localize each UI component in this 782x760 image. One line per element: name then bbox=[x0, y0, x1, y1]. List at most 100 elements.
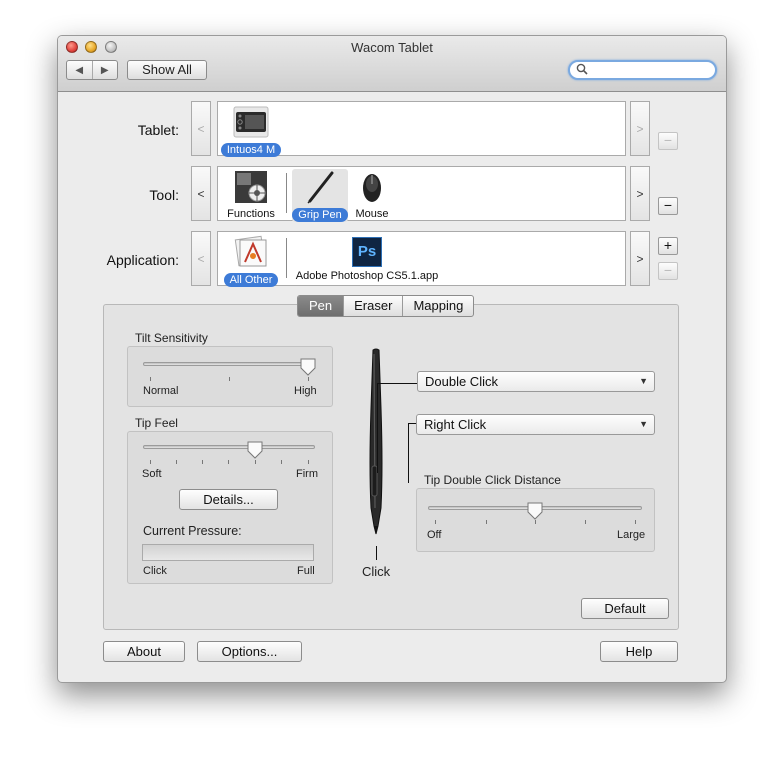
slider-tick bbox=[202, 460, 203, 464]
tab-pen[interactable]: Pen bbox=[298, 296, 344, 316]
photoshop-icon: Ps bbox=[352, 237, 382, 267]
tablet-strip: Intuos4 M bbox=[217, 101, 626, 157]
slider-tick bbox=[585, 520, 586, 524]
add-application-button[interactable]: + bbox=[658, 237, 678, 255]
tilt-slider-track bbox=[143, 362, 315, 366]
current-pressure-bar bbox=[142, 544, 314, 561]
tip-feel-slider-thumb[interactable] bbox=[247, 441, 263, 459]
tip-feel-label: Tip Feel bbox=[135, 416, 178, 430]
slider-tick bbox=[308, 377, 309, 381]
slider-tick bbox=[150, 377, 151, 381]
upper-button-value: Double Click bbox=[425, 374, 498, 389]
search-input[interactable] bbox=[592, 63, 707, 77]
application-scroll-right-button[interactable]: > bbox=[630, 231, 650, 286]
application-row-label: Application: bbox=[106, 252, 179, 268]
double-click-distance-max-label: Large bbox=[617, 529, 646, 541]
remove-tool-button[interactable]: − bbox=[658, 197, 678, 215]
lower-button-leader bbox=[408, 423, 409, 483]
details-button[interactable]: Details... bbox=[179, 489, 278, 510]
application-item-all-other[interactable]: All Other bbox=[220, 234, 282, 287]
application-scroll-left-button[interactable]: < bbox=[191, 231, 211, 286]
tool-item-label: Grip Pen bbox=[292, 208, 348, 222]
tablet-icon bbox=[233, 106, 269, 138]
slider-tick bbox=[255, 460, 256, 464]
remove-tablet-button[interactable]: − bbox=[658, 132, 678, 150]
about-button[interactable]: About bbox=[103, 641, 185, 662]
default-button[interactable]: Default bbox=[581, 598, 669, 619]
chevron-down-icon: ▼ bbox=[639, 419, 648, 429]
application-strip: All Other Ps Adobe Photoshop CS5.1.app bbox=[217, 231, 626, 287]
slider-tick bbox=[150, 460, 151, 464]
functions-icon bbox=[235, 171, 267, 203]
application-item-photoshop[interactable]: Ps Adobe Photoshop CS5.1.app bbox=[294, 234, 440, 282]
tilt-sensitivity-group bbox=[127, 346, 333, 407]
upper-button-leader bbox=[377, 383, 378, 473]
double-click-distance-slider-thumb[interactable] bbox=[527, 502, 543, 520]
slider-tick bbox=[281, 460, 282, 464]
tool-item-functions[interactable]: Functions bbox=[222, 169, 280, 220]
pressure-max-label: Full bbox=[297, 565, 315, 577]
tilt-sensitivity-label: Tilt Sensitivity bbox=[135, 331, 208, 345]
upper-button-leader bbox=[377, 383, 417, 384]
tool-item-label: Mouse bbox=[355, 208, 389, 220]
lower-button-select[interactable]: Right Click ▼ bbox=[416, 414, 655, 435]
tool-scroll-right-button[interactable]: > bbox=[630, 166, 650, 221]
tablet-item-label: Intuos4 M bbox=[220, 143, 282, 157]
show-all-button[interactable]: Show All bbox=[127, 60, 207, 80]
slider-tick bbox=[435, 520, 436, 524]
tip-feel-max-label: Firm bbox=[296, 468, 318, 480]
tool-row-label: Tool: bbox=[149, 187, 179, 203]
slider-tick bbox=[228, 460, 229, 464]
tab-mapping[interactable]: Mapping bbox=[402, 296, 473, 316]
current-pressure-label: Current Pressure: bbox=[143, 524, 242, 538]
tool-item-label: Functions bbox=[227, 208, 275, 220]
title-bar: Wacom Tablet ◀ ▶ Show All bbox=[58, 36, 726, 92]
back-button[interactable]: ◀ bbox=[67, 61, 92, 79]
tip-action-label: Click bbox=[362, 564, 391, 579]
tool-strip: Functions Grip Pen Mouse bbox=[217, 166, 626, 222]
all-other-apps-icon bbox=[234, 235, 267, 267]
slider-tick bbox=[176, 460, 177, 464]
tool-scroll-left-button[interactable]: < bbox=[191, 166, 211, 221]
application-divider bbox=[286, 238, 287, 278]
grip-pen-icon bbox=[307, 171, 334, 204]
tip-double-click-distance-label: Tip Double Click Distance bbox=[424, 473, 561, 487]
application-item-label: All Other bbox=[223, 273, 279, 287]
grip-pen-illustration bbox=[369, 348, 383, 535]
tool-item-mouse[interactable]: Mouse bbox=[352, 169, 392, 220]
tool-divider bbox=[286, 173, 287, 213]
tablet-row-label: Tablet: bbox=[137, 122, 179, 138]
tilt-max-label: High bbox=[294, 385, 317, 397]
lower-button-value: Right Click bbox=[424, 417, 487, 432]
slider-tick bbox=[229, 377, 230, 381]
chevron-down-icon: ▼ bbox=[639, 376, 648, 386]
preferences-window: Wacom Tablet ◀ ▶ Show All Tablet: < Intu… bbox=[57, 35, 727, 683]
search-field[interactable] bbox=[568, 60, 717, 80]
slider-tick bbox=[308, 460, 309, 464]
tilt-slider-thumb[interactable] bbox=[300, 358, 316, 376]
forward-button[interactable]: ▶ bbox=[91, 61, 118, 79]
slider-tick bbox=[635, 520, 636, 524]
tip-feel-min-label: Soft bbox=[142, 468, 162, 480]
slider-tick bbox=[486, 520, 487, 524]
application-item-label: Adobe Photoshop CS5.1.app bbox=[295, 270, 439, 282]
settings-tabs: Pen Eraser Mapping bbox=[297, 295, 475, 317]
slider-tick bbox=[535, 520, 536, 524]
tab-eraser[interactable]: Eraser bbox=[343, 296, 402, 316]
tool-item-grip-pen[interactable]: Grip Pen bbox=[292, 169, 348, 222]
nav-button-group: ◀ ▶ bbox=[66, 60, 118, 80]
upper-button-select[interactable]: Double Click ▼ bbox=[417, 371, 655, 392]
search-icon bbox=[576, 63, 588, 75]
pressure-min-label: Click bbox=[143, 565, 167, 577]
window-title: Wacom Tablet bbox=[351, 40, 433, 55]
tilt-min-label: Normal bbox=[143, 385, 179, 397]
tablet-scroll-right-button[interactable]: > bbox=[630, 101, 650, 156]
tablet-item-intuos4[interactable]: Intuos4 M bbox=[220, 104, 282, 157]
help-button[interactable]: Help bbox=[600, 641, 678, 662]
tip-feel-slider-track bbox=[143, 445, 315, 449]
options-button[interactable]: Options... bbox=[197, 641, 302, 662]
mouse-icon bbox=[363, 174, 381, 202]
tip-leader bbox=[376, 546, 377, 560]
tablet-scroll-left-button[interactable]: < bbox=[191, 101, 211, 156]
remove-application-button[interactable]: − bbox=[658, 262, 678, 280]
